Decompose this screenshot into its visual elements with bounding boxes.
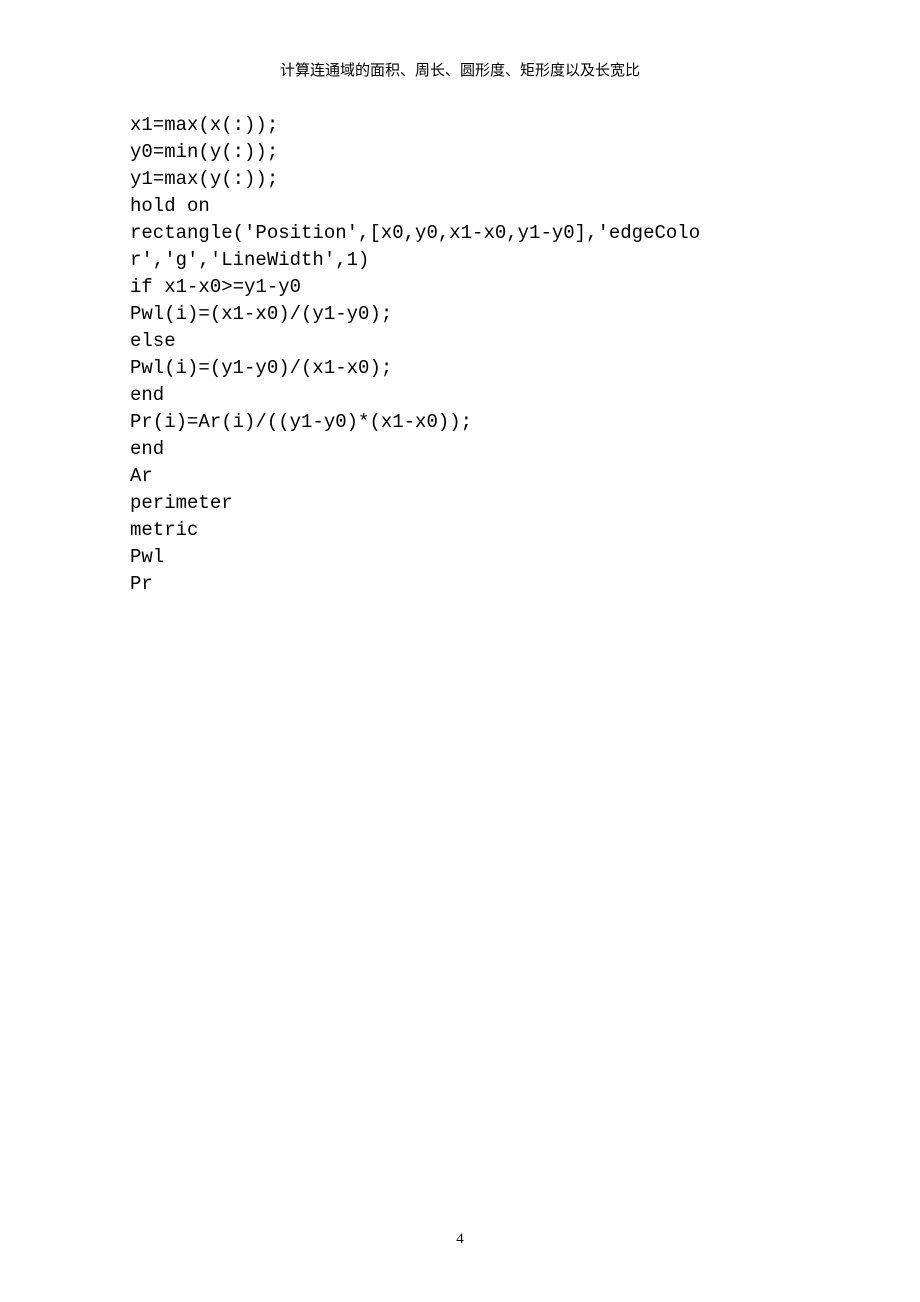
document-page: 计算连通域的面积、周长、圆形度、矩形度以及长宽比 x1=max(x(:)); y… (0, 0, 920, 1302)
code-block: x1=max(x(:)); y0=min(y(:)); y1=max(y(:))… (130, 112, 796, 598)
page-header-title: 计算连通域的面积、周长、圆形度、矩形度以及长宽比 (0, 59, 920, 80)
page-number: 4 (0, 1231, 920, 1248)
